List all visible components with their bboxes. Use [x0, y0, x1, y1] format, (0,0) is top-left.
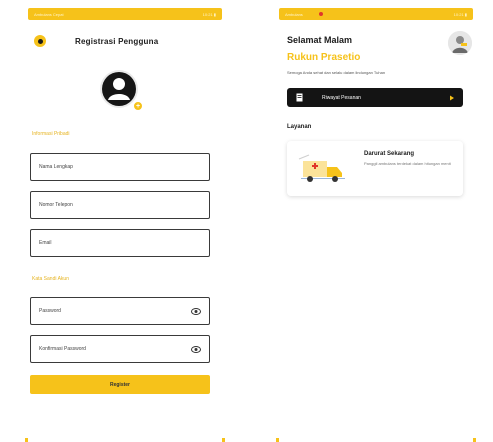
status-bar-right: 10:21 ▮	[202, 11, 216, 17]
bottom-accent-right	[222, 438, 225, 442]
plus-icon[interactable]: +	[132, 100, 144, 112]
email-field[interactable]: Email	[30, 229, 210, 257]
register-button[interactable]: Register	[30, 375, 210, 394]
eye-icon[interactable]	[191, 345, 201, 354]
greeting-text: Selamat Malam	[287, 35, 353, 45]
avatar[interactable]	[448, 31, 472, 55]
order-history-label: Riwayat Pesanan	[322, 94, 361, 101]
confirm-password-placeholder: Konfirmasi Password	[39, 346, 86, 352]
section-label-security: Kata Sandi Akun	[32, 276, 69, 282]
confirm-password-field[interactable]: Konfirmasi Password	[30, 335, 210, 363]
order-history-button[interactable]: Riwayat Pesanan	[287, 88, 463, 107]
chevron-right-icon	[450, 95, 454, 101]
eye-icon[interactable]	[191, 307, 201, 316]
ambulance-icon	[298, 154, 345, 182]
phone-field[interactable]: Nomor Telepon	[30, 191, 210, 219]
full-name-placeholder: Nama Lengkap	[39, 164, 73, 170]
user-photo-icon	[448, 31, 472, 55]
emergency-service-card[interactable]: Darurat Sekarang Panggil ambulans terdek…	[287, 141, 463, 196]
status-bar-app: Ambulans	[285, 11, 303, 17]
section-label-personal: Informasi Pribadi	[32, 131, 70, 137]
registration-header: Registrasi Pengguna	[25, 35, 225, 53]
status-bar-left: Ambulans	[285, 12, 323, 17]
notification-dot-icon	[318, 12, 323, 17]
status-bar: Ambulans 10:21 ▮	[279, 8, 473, 20]
status-bar: Ambulans Cepat 10:21 ▮	[28, 8, 222, 20]
bottom-accent-left	[25, 438, 28, 442]
home-screen: Ambulans 10:21 ▮ Selamat Malam Rukun Pra…	[276, 0, 476, 442]
phone-placeholder: Nomor Telepon	[39, 202, 73, 208]
registration-screen: Ambulans Cepat 10:21 ▮ Registrasi Penggu…	[25, 0, 225, 442]
username-text: Rukun Prasetio	[287, 52, 361, 63]
bottom-accent-right	[473, 438, 476, 442]
status-bar-left: Ambulans Cepat	[34, 11, 64, 17]
password-field[interactable]: Password	[30, 297, 210, 325]
document-icon	[296, 93, 303, 102]
password-placeholder: Password	[39, 308, 61, 314]
bottom-accent-left	[276, 438, 279, 442]
service-description: Panggil ambulans terdekat dalam hitungan…	[364, 161, 451, 166]
services-heading: Layanan	[287, 124, 312, 130]
profile-photo-picker[interactable]: +	[98, 70, 144, 112]
service-title: Darurat Sekarang	[364, 151, 415, 157]
page-title: Registrasi Pengguna	[75, 37, 159, 46]
full-name-field[interactable]: Nama Lengkap	[30, 153, 210, 181]
status-bar-right: 10:21 ▮	[453, 11, 467, 17]
menu-circle-icon[interactable]	[34, 35, 46, 47]
email-placeholder: Email	[39, 240, 52, 246]
greeting-subtitle: Semoga Anda sehat dan selalu dalam lindu…	[287, 70, 386, 75]
